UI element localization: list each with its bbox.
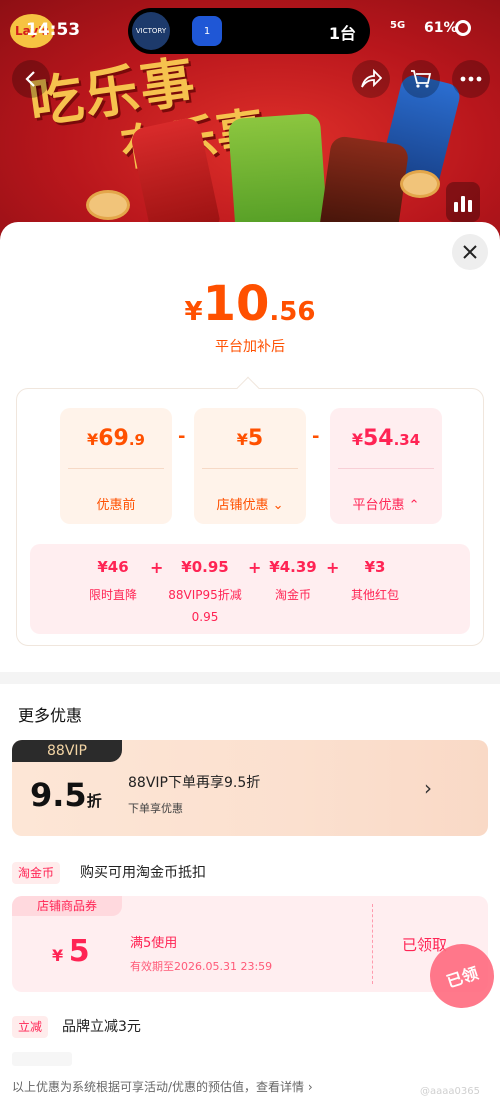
platform-discount: ¥54.34 <box>330 426 442 451</box>
chevron-left-icon <box>25 71 35 87</box>
coupon-currency: ¥ <box>52 946 64 965</box>
close-button[interactable] <box>452 234 488 270</box>
sub-discount-value: ¥46 <box>97 558 129 576</box>
vip-offer-subtext: 下单享优惠 <box>128 802 183 815</box>
sub-discount-value: ¥0.95 <box>181 558 229 576</box>
coupon-value: 5 <box>68 934 90 969</box>
original-price-integer: 69 <box>98 426 129 451</box>
sub-discount-label: 其他红包 <box>350 588 399 602</box>
sub-discount-label: 88VIP95折减0.95 <box>168 588 242 624</box>
network-indicator: 5G <box>390 20 406 31</box>
sub-discount-value: ¥4.39 <box>269 558 317 576</box>
final-price-decimal: .56 <box>269 297 316 327</box>
broadcast-icon: 1 <box>192 16 222 46</box>
sub-discount-value: ¥3 <box>364 558 386 576</box>
platform-discount-box[interactable]: ¥54.34 平台优惠 ⌃ <box>330 408 442 524</box>
bar-chart-icon <box>468 200 472 212</box>
sub-discount-limited: ¥46 限时直降 <box>68 558 158 606</box>
battery-level: 61% <box>424 20 458 36</box>
platform-discount-integer: 54 <box>362 426 394 451</box>
dynamic-island[interactable]: VICTORY 1 1台 <box>128 8 370 54</box>
original-price-box: ¥69.9 优惠前 <box>60 408 172 524</box>
status-bar: 14:53 VICTORY 1 1台 5G 61% <box>0 0 500 58</box>
final-price: ¥10.56 <box>0 276 500 332</box>
original-price-decimal: .9 <box>128 431 145 449</box>
taojinbi-tag: 淘金币 <box>12 862 61 884</box>
sub-discount-redpacket: ¥3 其他红包 <box>330 558 420 606</box>
coupon-amount: ¥ 5 <box>52 934 90 969</box>
original-price-currency: ¥ <box>87 430 99 449</box>
chip-decoration <box>86 190 130 220</box>
sub-discount-label: 淘金币 <box>274 588 311 602</box>
section-divider <box>0 672 500 684</box>
sub-discount-taojinbi: ¥4.39 淘金币 <box>248 558 338 606</box>
product-bag-green <box>227 112 329 240</box>
platform-discount-decimal: .34 <box>393 431 421 449</box>
cart-button[interactable] <box>402 60 440 98</box>
page: 吃乐事 有乐事 Lay's 14:53 VICTORY 1 1台 5G 61% <box>0 0 500 1111</box>
back-button[interactable] <box>12 60 50 98</box>
bar-chart-icon <box>454 202 458 212</box>
chip-decoration <box>400 170 440 198</box>
chevron-right-icon[interactable]: › <box>424 776 432 800</box>
final-price-caption: 平台加补后 <box>215 339 285 355</box>
watermark: @aaaa0365 <box>420 1086 480 1097</box>
footer-note-link[interactable]: 以上优惠为系统根据可享活动/优惠的预估值，查看详情 › <box>12 1078 313 1095</box>
more-offers-title: 更多优惠 <box>18 706 83 725</box>
vip-tag: 88VIP <box>12 740 122 762</box>
share-icon <box>361 69 382 88</box>
minus-sign: - <box>312 426 320 447</box>
chart-button[interactable] <box>446 182 480 222</box>
original-price-label: 优惠前 <box>96 498 136 513</box>
minus-sign: - <box>178 426 186 447</box>
store-discount-box[interactable]: ¥5 店铺优惠 ⌄ <box>194 408 306 524</box>
island-thumbnail: VICTORY <box>132 12 170 50</box>
final-price-currency: ¥ <box>184 297 203 327</box>
divider <box>68 468 164 469</box>
status-time: 14:53 <box>26 20 81 40</box>
divider <box>338 468 434 469</box>
platform-discount-label-text: 平台优惠 <box>352 498 405 513</box>
chevron-up-icon: ⌃ <box>408 498 420 513</box>
coupon-tag: 店铺商品券 <box>12 896 122 916</box>
vip-rate-number: 9.5 <box>30 776 87 814</box>
faded-tag <box>12 1052 72 1066</box>
store-discount-currency: ¥ <box>236 430 248 449</box>
vip-offer-text: 88VIP下单再享9.5折 <box>128 775 261 791</box>
original-price: ¥69.9 <box>60 426 172 451</box>
sub-discount-label: 限时直降 <box>88 588 137 602</box>
vip-discount-rate: 9.5折 <box>30 776 102 814</box>
platform-discount-currency: ¥ <box>351 430 363 449</box>
ellipsis-icon <box>460 76 482 82</box>
lijian-text: 品牌立减3元 <box>62 1019 141 1035</box>
store-discount-amount: 5 <box>247 426 264 451</box>
vip-rate-unit: 折 <box>86 792 102 810</box>
store-discount: ¥5 <box>194 426 306 451</box>
store-discount-label: 店铺优惠 ⌄ <box>194 494 306 513</box>
battery-icon <box>455 20 471 36</box>
more-menu-button[interactable] <box>452 60 490 98</box>
coupon-expiry: 有效期至2026.05.31 23:59 <box>130 960 273 973</box>
coupon-dashed-divider <box>372 904 373 984</box>
taojinbi-text: 购买可用淘金币抵扣 <box>80 865 206 881</box>
cart-icon <box>411 70 432 88</box>
final-price-integer: 10 <box>202 276 270 332</box>
chevron-down-icon: ⌄ <box>272 498 284 513</box>
bar-chart-icon <box>461 196 465 212</box>
island-device-count: 1台 <box>328 24 356 43</box>
store-discount-label-text: 店铺优惠 <box>216 498 269 513</box>
coupon-condition: 满5使用 <box>130 936 178 951</box>
lijian-tag: 立减 <box>12 1016 49 1038</box>
close-icon <box>463 245 477 259</box>
divider <box>202 468 298 469</box>
sub-discount-88vip: ¥0.95 88VIP95折减0.95 <box>160 558 250 628</box>
share-button[interactable] <box>352 60 390 98</box>
platform-discount-label: 平台优惠 ⌃ <box>330 494 442 513</box>
